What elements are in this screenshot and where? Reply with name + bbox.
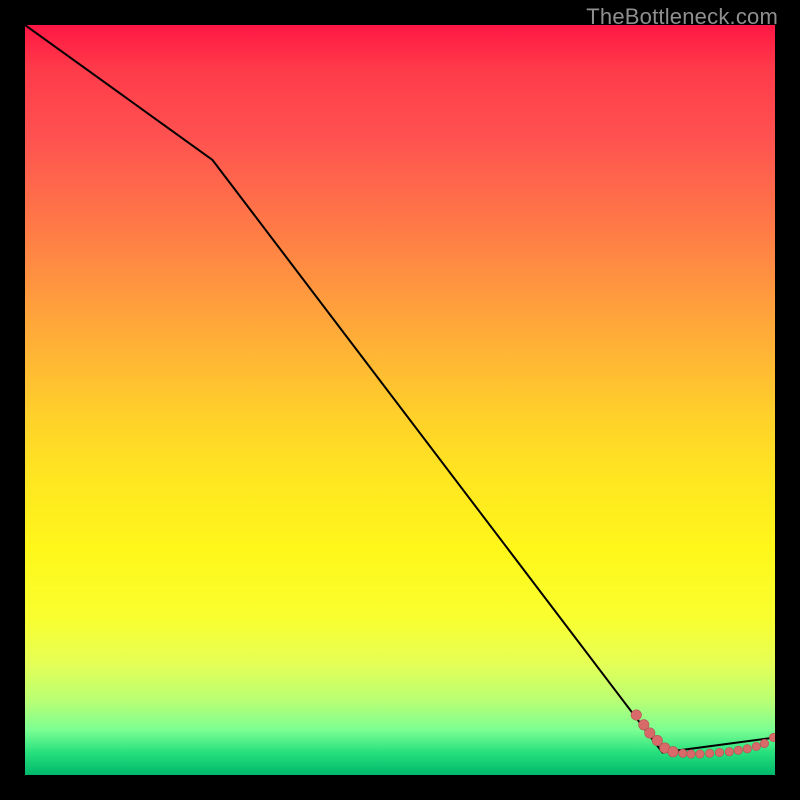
data-point	[631, 710, 641, 720]
data-point	[752, 742, 760, 750]
data-point	[696, 750, 704, 758]
plot-area	[25, 25, 775, 775]
data-point	[734, 746, 742, 754]
chart-frame: TheBottleneck.com	[0, 0, 800, 800]
bottleneck-curve	[25, 25, 775, 753]
data-point	[679, 749, 687, 757]
chart-overlay	[25, 25, 775, 775]
marker-group	[631, 710, 775, 758]
data-point	[687, 750, 695, 758]
data-point	[715, 748, 723, 756]
data-point	[706, 749, 714, 757]
data-point	[760, 739, 768, 747]
data-point	[668, 747, 678, 757]
data-point	[725, 748, 733, 756]
data-point	[769, 733, 775, 741]
data-point	[743, 745, 751, 753]
